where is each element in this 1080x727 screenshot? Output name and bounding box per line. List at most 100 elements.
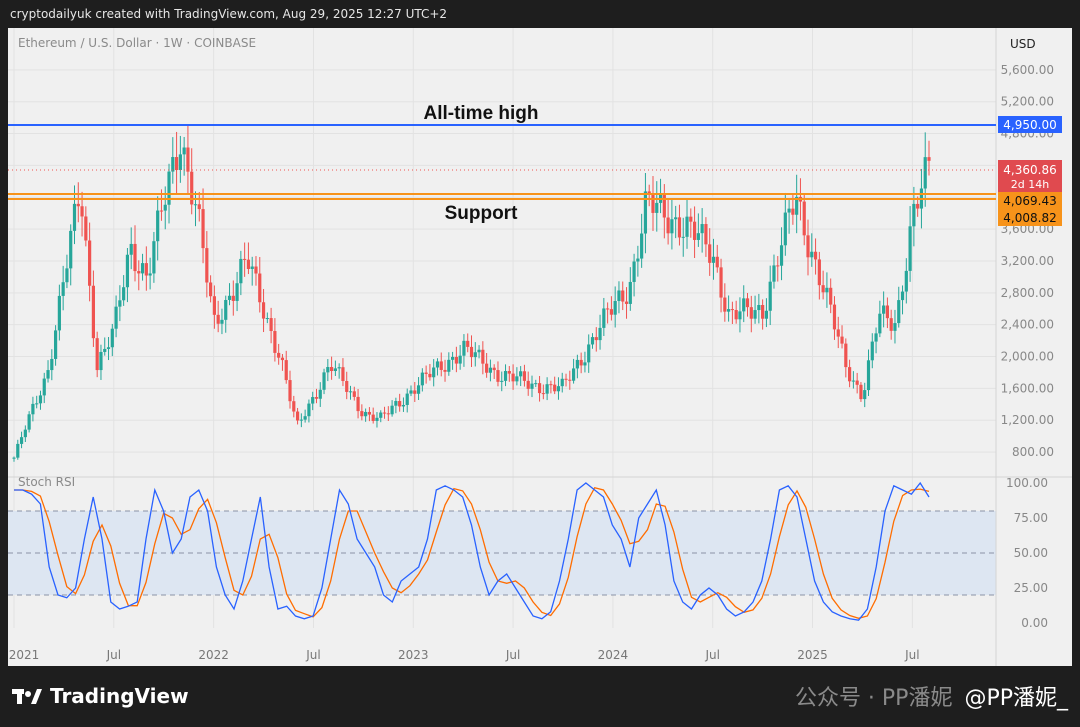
candle-body (390, 405, 394, 415)
candle-body (322, 372, 326, 390)
candle-body (318, 389, 322, 399)
candle-body (825, 287, 829, 293)
candle-body (295, 411, 300, 421)
candle-body (522, 371, 527, 381)
candle-body (503, 371, 508, 381)
candle-body (46, 370, 50, 379)
candle-body (91, 285, 96, 339)
time-tick: Jul (305, 648, 320, 662)
candle-body (900, 291, 905, 301)
candle-body (341, 367, 345, 382)
candle-body (859, 384, 863, 400)
candle-body (401, 404, 406, 407)
candle-body (50, 358, 54, 371)
price-tick: 1,600.00 (1001, 381, 1054, 395)
stoch-rsi-label: Stoch RSI (18, 475, 75, 489)
time-tick: Jul (505, 648, 520, 662)
candle-body (197, 204, 201, 210)
candle-body (738, 311, 742, 320)
price-tick: 1,200.00 (1001, 413, 1054, 427)
chart-panel[interactable]: Ethereum / U.S. Dollar · 1W · COINBASE A… (8, 28, 1072, 666)
tradingview-logo[interactable]: TradingView (12, 684, 189, 708)
candle-body (307, 403, 311, 417)
candle-body (61, 282, 65, 296)
candle-body (65, 268, 69, 283)
candle-body (889, 318, 893, 331)
ath-annotation: All-time high (423, 103, 538, 124)
candle-body (594, 337, 598, 341)
currency-label: USD (1010, 37, 1036, 51)
time-tick: Jul (704, 648, 719, 662)
candle-body (719, 267, 723, 298)
candle-body (655, 202, 659, 213)
candle-body (239, 258, 243, 284)
candle-body (806, 235, 810, 258)
candle-body (277, 352, 281, 358)
candle-body (360, 411, 364, 417)
candle-body (511, 373, 515, 382)
candle-body (254, 266, 258, 274)
stoch-rsi-tick: 50.00 (1014, 546, 1048, 560)
candle-body (382, 412, 387, 414)
candle-body (178, 154, 182, 171)
candle-body (99, 351, 103, 371)
candle-body (730, 309, 734, 311)
candle-body (35, 403, 39, 405)
candle-body (847, 367, 852, 382)
candle-body (564, 378, 568, 380)
candle-body (643, 191, 648, 234)
candle-body (371, 414, 375, 421)
candle-body (802, 201, 806, 236)
candle-body (685, 216, 689, 237)
candle-body (337, 367, 341, 369)
candle-body (912, 203, 916, 227)
candle-body (761, 304, 765, 319)
time-tick: Jul (904, 648, 919, 662)
candle-body (757, 304, 761, 311)
candle-body (541, 393, 545, 395)
candle-body (575, 359, 579, 369)
candle-body (23, 429, 27, 438)
candle-body (916, 203, 920, 209)
candle-body (140, 263, 145, 274)
candle-body (590, 337, 595, 345)
candle-body (560, 378, 564, 387)
candle-body (439, 361, 443, 370)
candle-body (258, 273, 262, 303)
candle-body (609, 309, 613, 315)
candle-body (76, 203, 80, 207)
candle-body (209, 282, 213, 297)
candle-body (299, 419, 303, 421)
candle-body (144, 263, 148, 276)
candle-body (882, 305, 886, 314)
candle-body (836, 329, 840, 337)
stoch-rsi-tick: 100.00 (1006, 476, 1048, 490)
candle-body (587, 344, 591, 363)
candle-body (16, 443, 20, 458)
candle-body (156, 210, 160, 242)
candle-body (19, 437, 24, 444)
candle-body (908, 226, 912, 271)
price-chart[interactable]: Ethereum / U.S. Dollar · 1W · COINBASE A… (8, 28, 1072, 666)
candle-body (772, 265, 776, 282)
candle-body (31, 403, 35, 415)
candle-body (545, 384, 549, 394)
candle-body (330, 367, 334, 372)
candle-body (821, 285, 825, 293)
candle-body (413, 390, 417, 394)
candle-body (186, 147, 190, 172)
candle-body (110, 328, 114, 348)
attribution-bar: cryptodailyuk created with TradingView.c… (0, 0, 1080, 28)
support-annotation: Support (445, 203, 518, 224)
candle-body (893, 323, 897, 331)
candle-body (791, 208, 795, 215)
candle-body (787, 208, 791, 213)
candle-body (137, 271, 141, 274)
candle-body (224, 299, 228, 320)
candle-body (27, 414, 31, 430)
candle-body (443, 369, 447, 372)
candle-body (125, 254, 130, 288)
candle-body (681, 236, 685, 238)
candle-body (106, 347, 111, 349)
time-tick: 2024 (598, 648, 629, 662)
